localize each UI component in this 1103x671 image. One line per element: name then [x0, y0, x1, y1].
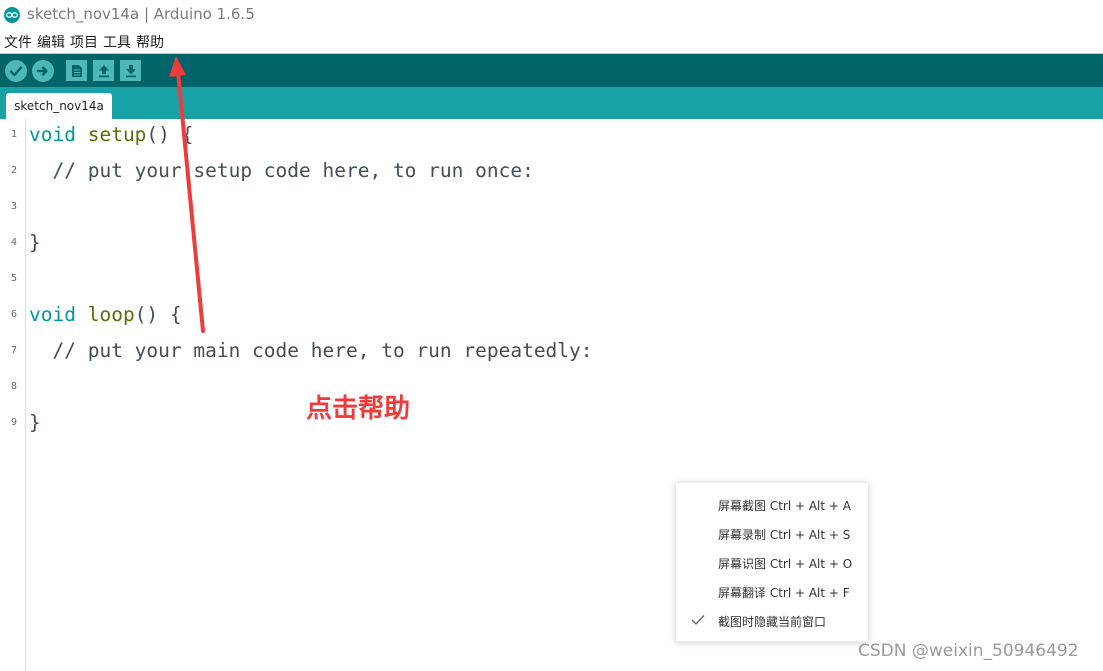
upload-button[interactable] — [32, 60, 54, 82]
screenshot-context-menu: 屏幕截图 Ctrl + Alt + A 屏幕录制 Ctrl + Alt + S … — [675, 482, 869, 642]
menu-item-screen-ocr[interactable]: 屏幕识图 Ctrl + Alt + O — [676, 548, 868, 577]
line-number: 1 — [11, 129, 18, 140]
watermark: CSDN @weixin_50946492 — [858, 641, 1079, 661]
code-line: 9 } — [0, 407, 900, 443]
line-number: 5 — [11, 273, 18, 284]
arduino-logo-icon — [4, 7, 20, 23]
menu-tools[interactable]: 工具 — [103, 31, 131, 53]
open-button[interactable] — [93, 60, 114, 81]
menu-item-hide-window[interactable]: 截图时隐藏当前窗口 — [676, 606, 868, 635]
menu-help[interactable]: 帮助 — [136, 31, 164, 53]
line-number: 7 — [11, 345, 18, 356]
menu-item-label: 截图时隐藏当前窗口 — [718, 615, 827, 629]
tab-strip: sketch_nov14a — [0, 87, 1103, 119]
verify-button[interactable] — [5, 60, 27, 82]
line-number: 6 — [11, 309, 18, 320]
code-text: // put your setup code here, to run once… — [29, 159, 534, 182]
new-button[interactable] — [66, 60, 87, 81]
window-title: sketch_nov14a | Arduino 1.6.5 — [27, 5, 255, 23]
save-icon — [125, 64, 136, 77]
code-line: 7 // put your main code here, to run rep… — [0, 335, 900, 371]
code-text: void loop() { — [29, 303, 182, 326]
code-line: 3 — [0, 191, 900, 227]
code-line: 4 } — [0, 227, 900, 263]
menu-item-label: 屏幕翻译 Ctrl + Alt + F — [718, 586, 850, 600]
checkmark-icon — [691, 615, 705, 626]
verify-icon — [9, 66, 23, 77]
menu-sketch[interactable]: 项目 — [70, 31, 98, 53]
code-text: } — [29, 231, 41, 254]
menu-file[interactable]: 文件 — [4, 31, 32, 53]
annotation-label: 点击帮助 — [306, 394, 411, 424]
upload-icon — [36, 66, 48, 76]
new-icon — [71, 64, 82, 77]
menu-edit[interactable]: 编辑 — [37, 31, 65, 53]
code-line: 6 void loop() { — [0, 299, 900, 335]
menu-item-label: 屏幕识图 Ctrl + Alt + O — [718, 557, 853, 571]
line-number: 2 — [11, 165, 18, 176]
code-line: 1 void setup() { — [0, 119, 900, 155]
code-text: // put your main code here, to run repea… — [29, 339, 593, 362]
code-text: } — [29, 411, 41, 434]
line-number: 3 — [11, 201, 18, 212]
menu-item-label: 屏幕录制 Ctrl + Alt + S — [718, 528, 851, 542]
menu-item-label: 屏幕截图 Ctrl + Alt + A — [718, 499, 851, 513]
code-editor[interactable]: 1 void setup() { 2 // put your setup cod… — [0, 119, 1103, 671]
tab-sketch[interactable]: sketch_nov14a — [6, 93, 112, 119]
save-button[interactable] — [120, 60, 141, 81]
code-line: 2 // put your setup code here, to run on… — [0, 155, 900, 191]
menu-bar: 文件 编辑 项目 工具 帮助 — [0, 30, 1103, 54]
code-line: 5 — [0, 263, 900, 299]
menu-item-screen-record[interactable]: 屏幕录制 Ctrl + Alt + S — [676, 519, 868, 548]
title-bar: sketch_nov14a | Arduino 1.6.5 — [0, 0, 1103, 30]
line-number: 8 — [11, 381, 18, 392]
line-number: 4 — [11, 237, 18, 248]
arduino-ide-window: sketch_nov14a | Arduino 1.6.5 文件 编辑 项目 工… — [0, 0, 1103, 671]
menu-item-screen-translate[interactable]: 屏幕翻译 Ctrl + Alt + F — [676, 577, 868, 606]
code-text: void setup() { — [29, 123, 194, 146]
menu-item-screenshot[interactable]: 屏幕截图 Ctrl + Alt + A — [676, 490, 868, 519]
line-number: 9 — [11, 417, 18, 428]
toolbar — [0, 54, 1103, 87]
code-line: 8 — [0, 371, 900, 407]
open-icon — [98, 64, 109, 77]
